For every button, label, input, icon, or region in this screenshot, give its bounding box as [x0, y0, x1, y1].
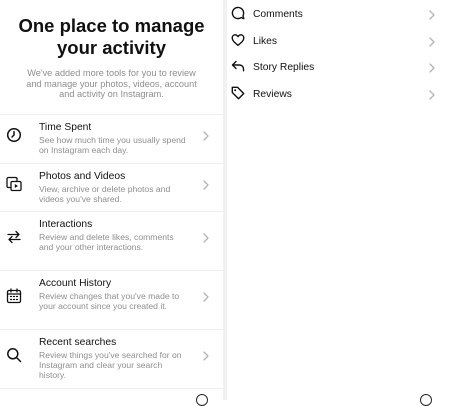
comment-bubble-icon: [231, 6, 245, 20]
activity-item-title: Photos and Videos: [39, 171, 126, 182]
interaction-item-label: Story Replies: [253, 62, 315, 73]
tag-icon: [231, 86, 245, 100]
chevron-right-icon: [429, 89, 435, 100]
interaction-item-reviews[interactable]: Reviews: [227, 80, 450, 107]
interaction-item-label: Comments: [253, 9, 303, 20]
heart-icon: [231, 33, 245, 47]
activity-item-title: Recent searches: [39, 337, 117, 348]
chevron-right-icon: [203, 180, 209, 190]
activity-item-photos-and-videos[interactable]: Photos and Videos View, archive or delet…: [0, 164, 223, 212]
clock-icon: [6, 127, 22, 143]
chevron-right-icon: [429, 36, 435, 47]
interaction-item-label: Likes: [253, 35, 278, 47]
activity-item-time-spent[interactable]: Time Spent See how much time you usually…: [0, 115, 223, 164]
activity-item-title: Interactions: [39, 219, 93, 230]
chevron-right-icon: [429, 63, 435, 73]
activity-item-recent-searches[interactable]: Recent searches Review things you've sea…: [0, 330, 223, 389]
chevron-right-icon: [429, 10, 435, 20]
activity-item-title: Account History: [39, 278, 112, 289]
activity-item-description: View, archive or delete photos and video…: [39, 184, 171, 205]
chevron-right-icon: [203, 233, 209, 243]
activity-item-description: Review changes that you've made to your …: [39, 291, 180, 312]
interactions-panel: Comments Likes Story Replies Reviews: [227, 0, 450, 406]
interactions-list: Comments Likes Story Replies Reviews: [227, 0, 450, 106]
activity-list: Time Spent See how much time you usually…: [0, 114, 223, 389]
activity-item-description: Review and delete likes, comments and yo…: [39, 232, 174, 253]
intro-text: We've added more tools for you to review…: [26, 68, 197, 99]
interaction-item-label: Reviews: [253, 88, 292, 100]
interaction-item-story-replies[interactable]: Story Replies: [227, 53, 450, 80]
bottom-nav-icon-partial: [420, 394, 432, 406]
photos-videos-icon: [6, 176, 22, 192]
activity-overview-panel: One place to manage your activity We've …: [0, 0, 223, 406]
bottom-nav-icon-partial: [196, 394, 208, 406]
interactions-arrows-icon: [6, 229, 22, 245]
interaction-item-likes[interactable]: Likes: [227, 27, 450, 54]
page-title: One place to manage your activity: [18, 15, 205, 58]
activity-item-description: Review things you've searched for on Ins…: [39, 350, 182, 381]
chevron-right-icon: [203, 131, 209, 141]
activity-item-account-history[interactable]: Account History Review changes that you'…: [0, 271, 223, 330]
reply-arrow-icon: [231, 59, 245, 73]
calendar-icon: [6, 288, 22, 304]
interaction-item-comments[interactable]: Comments: [227, 0, 450, 27]
activity-item-title: Time Spent: [39, 122, 92, 133]
chevron-right-icon: [203, 351, 209, 361]
search-icon: [6, 347, 22, 363]
activity-item-interactions[interactable]: Interactions Review and delete likes, co…: [0, 212, 223, 271]
chevron-right-icon: [203, 292, 209, 302]
activity-item-description: See how much time you usually spend on I…: [39, 135, 186, 156]
